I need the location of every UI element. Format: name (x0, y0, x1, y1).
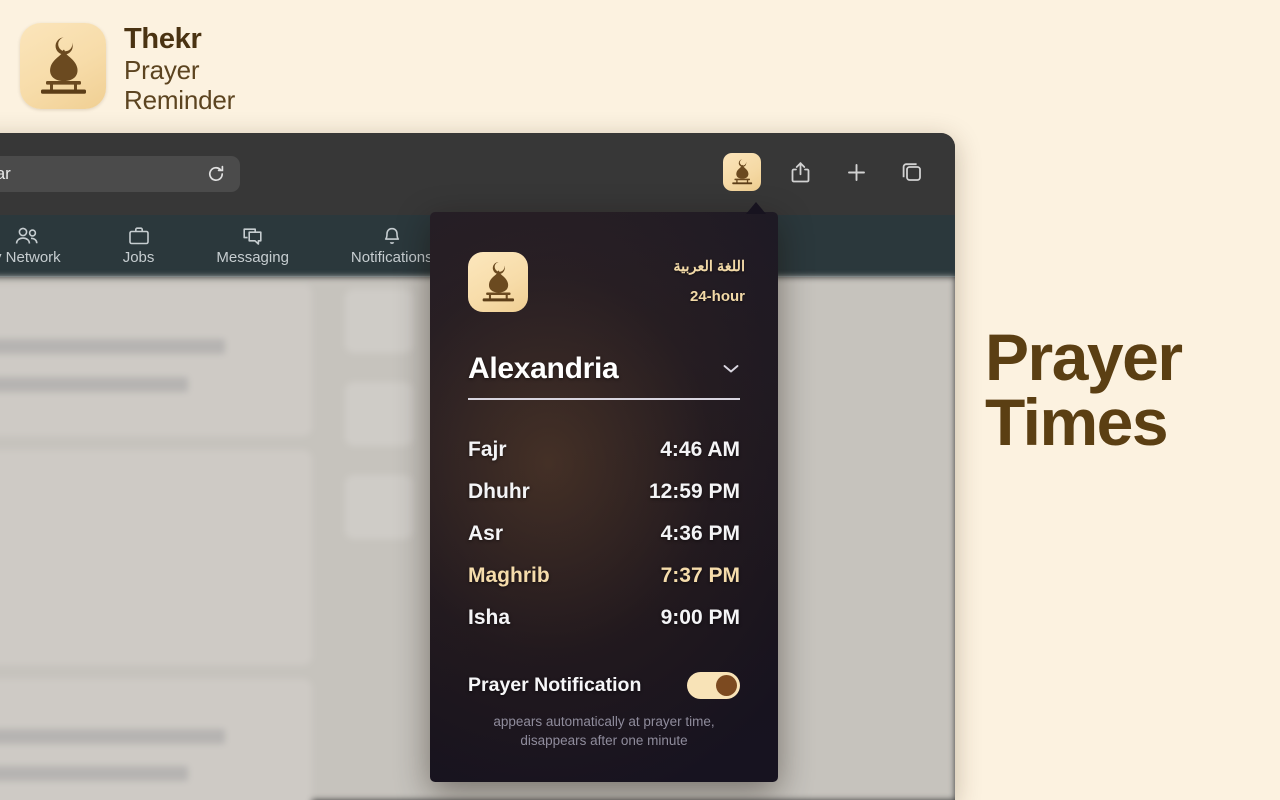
sidebar-card (345, 475, 413, 539)
new-tab-button[interactable] (839, 155, 873, 189)
brand-subtitle-line2: Reminder (124, 85, 236, 116)
toolbar-actions (723, 153, 929, 191)
notification-section: Prayer Notification appears automaticall… (468, 671, 740, 751)
prayer-name: Fajr (468, 437, 507, 461)
popup-header-links: اللغة العربية 24-hour (673, 252, 745, 318)
share-icon (791, 161, 809, 182)
popup-pointer-arrow (746, 202, 766, 214)
table-row: Isha 9:00 PM (468, 606, 740, 630)
sidebar-column (345, 289, 413, 568)
prayer-notification-toggle[interactable] (687, 671, 740, 699)
sidebar-card (345, 289, 413, 353)
tabs-icon (902, 163, 921, 181)
table-row-active: Maghrib 7:37 PM (468, 564, 740, 588)
prayer-name: Asr (468, 521, 504, 545)
table-row: Dhuhr 12:59 PM (468, 480, 740, 504)
mosque-icon (732, 159, 753, 185)
feed-card (0, 450, 312, 665)
feed-card (0, 679, 312, 800)
table-row: Fajr 4:46 AM (468, 438, 740, 462)
nav-item-notifications[interactable]: Notifications (351, 226, 433, 266)
prayer-name: Dhuhr (468, 479, 530, 503)
address-input[interactable]: lazar (0, 164, 206, 184)
reload-icon[interactable] (206, 164, 226, 184)
clock-format-link[interactable]: 24-hour (673, 289, 745, 304)
toggle-knob (716, 674, 737, 696)
address-bar[interactable]: lazar (0, 156, 240, 192)
brand-subtitle-line1: Prayer (124, 55, 200, 86)
nav-item-jobs[interactable]: Jobs (122, 226, 155, 266)
prayer-time: 12:59 PM (648, 479, 740, 503)
popup-header: اللغة العربية 24-hour (430, 212, 778, 318)
sidebar-card (345, 382, 413, 446)
extension-thekr-button[interactable] (723, 153, 761, 191)
chevron-down-icon[interactable] (722, 361, 740, 372)
feed-column (0, 284, 312, 800)
nav-label: Jobs (122, 248, 155, 266)
nav-item-network[interactable]: y Network (0, 226, 61, 266)
screenshot-root: Thekr Prayer Reminder Prayer Times lazar (0, 0, 1280, 800)
nav-item-messaging[interactable]: Messaging (216, 226, 289, 266)
nav-label: Notifications (350, 248, 433, 266)
brand-title: Thekr (124, 23, 202, 55)
people-icon (15, 227, 38, 244)
notification-row: Prayer Notification (468, 671, 740, 699)
notification-description-line1: appears automatically at prayer time, (493, 713, 715, 729)
mosque-icon (482, 262, 515, 302)
plus-icon (847, 163, 865, 181)
notification-description-line2: disappears after one minute (520, 733, 688, 749)
share-button[interactable] (783, 155, 817, 189)
bell-icon (384, 227, 399, 244)
language-toggle-link[interactable]: اللغة العربية (673, 260, 745, 275)
briefcase-icon (128, 226, 149, 244)
popup-app-icon (468, 252, 528, 312)
headline-line2: Times (985, 385, 1169, 460)
headline-line1: Prayer (985, 320, 1183, 394)
app-icon (20, 23, 106, 109)
prayer-time: 4:36 PM (660, 521, 740, 545)
prayer-times-list: Fajr 4:46 AM Dhuhr 12:59 PM Asr 4:36 PM … (468, 438, 740, 630)
prayer-time: 9:00 PM (660, 605, 740, 629)
prayer-name: Maghrib (468, 563, 550, 587)
prayer-time: 7:37 PM (660, 563, 740, 587)
notification-label: Prayer Notification (468, 673, 642, 696)
message-icon (243, 227, 262, 245)
city-selector[interactable]: Alexandria (468, 352, 740, 400)
thekr-popup: اللغة العربية 24-hour Alexandria Fajr 4:… (430, 212, 778, 782)
feed-card (0, 284, 312, 436)
city-name: Alexandria (468, 351, 619, 385)
nav-label: Messaging (216, 248, 289, 266)
browser-toolbar: lazar (0, 133, 955, 215)
prayer-name: Isha (468, 605, 511, 629)
tab-overview-button[interactable] (895, 155, 929, 189)
prayer-time: 4:46 AM (660, 437, 740, 461)
table-row: Asr 4:36 PM (468, 522, 740, 546)
mosque-icon (41, 37, 86, 94)
headline: Prayer Times (985, 320, 1265, 460)
notification-description: appears automatically at prayer time, di… (468, 712, 740, 751)
brand-block: Thekr Prayer Reminder (20, 23, 235, 116)
nav-label: y Network (0, 248, 61, 266)
